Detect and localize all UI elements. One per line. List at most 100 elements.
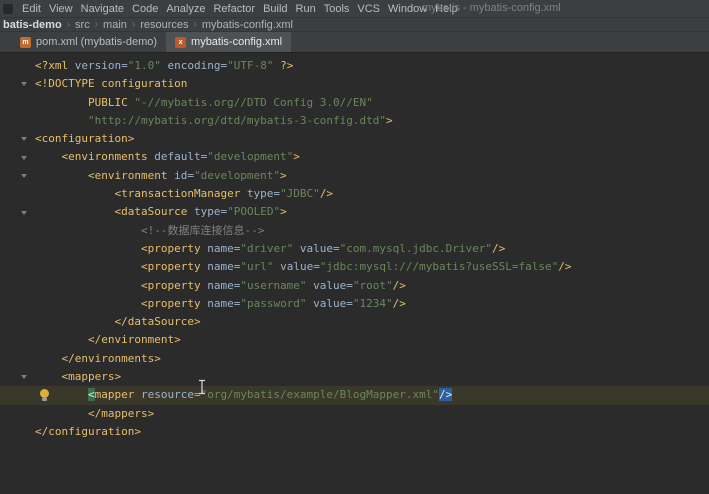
window-title: mybatis - mybatis-config.xml	[422, 2, 561, 14]
code-line[interactable]: <transactionManager type="JDBC"/>	[0, 185, 709, 203]
code-text: <?xml version="1.0" encoding="UTF-8" ?>	[35, 59, 294, 72]
tab-mybatis-config.xml[interactable]: x mybatis-config.xml	[166, 32, 292, 52]
gutter	[0, 185, 35, 203]
code-line[interactable]: <property name="url" value="jdbc:mysql:/…	[0, 258, 709, 276]
gutter	[0, 423, 35, 441]
menu-code[interactable]: Code	[128, 3, 162, 15]
gutter	[0, 258, 35, 276]
code-text: <property name="username" value="root"/>	[140, 278, 406, 292]
fold-arrow-icon[interactable]	[21, 82, 27, 87]
code-text: </dataSource>	[114, 315, 201, 329]
mouse-cursor-ibeam	[199, 379, 205, 395]
gutter	[0, 277, 35, 295]
breadcrumb-item-mybatis-config.xml[interactable]: mybatis-config.xml	[201, 19, 294, 31]
code-line[interactable]: <configuration>	[0, 130, 709, 148]
gutter	[0, 222, 35, 240]
menu-vcs[interactable]: VCS	[353, 3, 384, 15]
code-text: <environment id="development">	[87, 168, 287, 182]
gutter	[0, 203, 35, 221]
code-area: <?xml version="1.0" encoding="UTF-8" ?> <…	[0, 57, 709, 441]
code-line[interactable]: <property name="driver" value="com.mysql…	[0, 240, 709, 258]
gutter	[0, 331, 35, 349]
gutter	[0, 350, 35, 368]
code-line[interactable]: <mappers>	[0, 368, 709, 386]
gutter	[0, 75, 35, 93]
code-text: </environments>	[61, 351, 161, 365]
breadcrumb: batis-demo › src › main › resources › mybatis-co…	[0, 17, 709, 31]
code-text: <configuration>	[35, 132, 135, 146]
breadcrumb-item-batis-demo[interactable]: batis-demo	[2, 19, 63, 31]
code-text: PUBLIC "-//mybatis.org//DTD Config 3.0//…	[87, 95, 373, 109]
gutter	[0, 148, 35, 166]
tab-label: pom.xml (mybatis-demo)	[36, 36, 158, 48]
code-line[interactable]: <!DOCTYPE configuration	[0, 75, 709, 93]
code-line[interactable]: </environments>	[0, 350, 709, 368]
fold-arrow-icon[interactable]	[21, 155, 27, 160]
app-icon	[3, 3, 13, 14]
menu-build[interactable]: Build	[259, 3, 291, 15]
code-text: <dataSource type="POOLED">	[114, 205, 287, 219]
code-line[interactable]: </configuration>	[0, 423, 709, 441]
breadcrumb-item-main[interactable]: main	[102, 19, 128, 31]
gutter	[0, 368, 35, 386]
code-text: </environment>	[87, 333, 181, 347]
code-line[interactable]: <environments default="development">	[0, 148, 709, 166]
menu-items: Edit View Navigate Code Analyze Refactor Build…	[18, 3, 462, 15]
gutter	[0, 112, 35, 130]
gutter	[0, 130, 35, 148]
code-text: <mappers>	[61, 370, 122, 384]
code-line[interactable]: </environment>	[0, 331, 709, 349]
code-text: <property name="driver" value="com.mysql…	[140, 241, 506, 255]
code-line[interactable]: <property name="username" value="root"/>	[0, 277, 709, 295]
code-line[interactable]: <mapper resource="org/mybatis/example/Bl…	[0, 386, 709, 405]
tab-label: mybatis-config.xml	[191, 36, 283, 48]
tab-bar: m pom.xml (mybatis-demo) x mybatis-config.x…	[0, 31, 709, 53]
editor[interactable]: <?xml version="1.0" encoding="UTF-8" ?> <…	[0, 53, 709, 494]
code-text: <environments default="development">	[61, 150, 300, 164]
code-line[interactable]: </mappers>	[0, 405, 709, 423]
menu-view[interactable]: View	[45, 3, 77, 15]
fold-arrow-icon[interactable]	[21, 173, 27, 178]
code-line[interactable]: <property name="password" value="1234"/>	[0, 295, 709, 313]
menu-tools[interactable]: Tools	[320, 3, 354, 15]
code-text: <mapper resource="org/mybatis/example/Bl…	[87, 388, 453, 402]
menu-run[interactable]: Run	[292, 3, 320, 15]
menu-edit[interactable]: Edit	[18, 3, 45, 15]
menu-navigate[interactable]: Navigate	[77, 3, 128, 15]
code-text: </configuration>	[35, 424, 141, 438]
code-line[interactable]: "http://mybatis.org/dtd/mybatis-3-config…	[0, 112, 709, 130]
breadcrumb-item-resources[interactable]: resources	[139, 19, 189, 31]
code-text: </mappers>	[87, 406, 155, 420]
gutter	[0, 405, 35, 423]
gutter	[0, 313, 35, 331]
code-text: <!--数据库连接信息-->	[140, 223, 265, 237]
menu-refactor[interactable]: Refactor	[209, 3, 259, 15]
gutter	[0, 57, 35, 75]
maven-file-icon: m	[20, 36, 31, 48]
breadcrumb-separator-icon: ›	[193, 19, 197, 30]
menu-analyze[interactable]: Analyze	[162, 3, 209, 15]
breadcrumb-separator-icon: ›	[66, 19, 71, 30]
fold-arrow-icon[interactable]	[21, 210, 27, 215]
gutter	[0, 386, 35, 404]
code-text: <!DOCTYPE configuration	[35, 77, 188, 91]
code-line[interactable]: <dataSource type="POOLED">	[0, 203, 709, 221]
gutter	[0, 295, 35, 313]
gutter	[0, 240, 35, 258]
fold-arrow-icon[interactable]	[21, 375, 27, 380]
breadcrumb-separator-icon: ›	[94, 19, 99, 30]
tab-pom.xml-mybatis-demo-[interactable]: m pom.xml (mybatis-demo)	[11, 32, 166, 52]
xml-file-icon: x	[175, 36, 187, 48]
code-line[interactable]: PUBLIC "-//mybatis.org//DTD Config 3.0//…	[0, 94, 709, 112]
code-line[interactable]: <environment id="development">	[0, 167, 709, 185]
breadcrumb-separator-icon: ›	[131, 19, 136, 30]
menu-bar: Edit View Navigate Code Analyze Refactor Build…	[0, 0, 709, 17]
gutter	[0, 167, 35, 185]
code-text: <property name="url" value="jdbc:mysql:/…	[140, 260, 572, 274]
breadcrumb-item-src[interactable]: src	[74, 19, 91, 31]
code-line[interactable]: <?xml version="1.0" encoding="UTF-8" ?>	[0, 57, 709, 75]
gutter	[0, 94, 35, 112]
fold-arrow-icon[interactable]	[21, 137, 27, 142]
code-line[interactable]: </dataSource>	[0, 313, 709, 331]
code-line[interactable]: <!--数据库连接信息-->	[0, 222, 709, 240]
